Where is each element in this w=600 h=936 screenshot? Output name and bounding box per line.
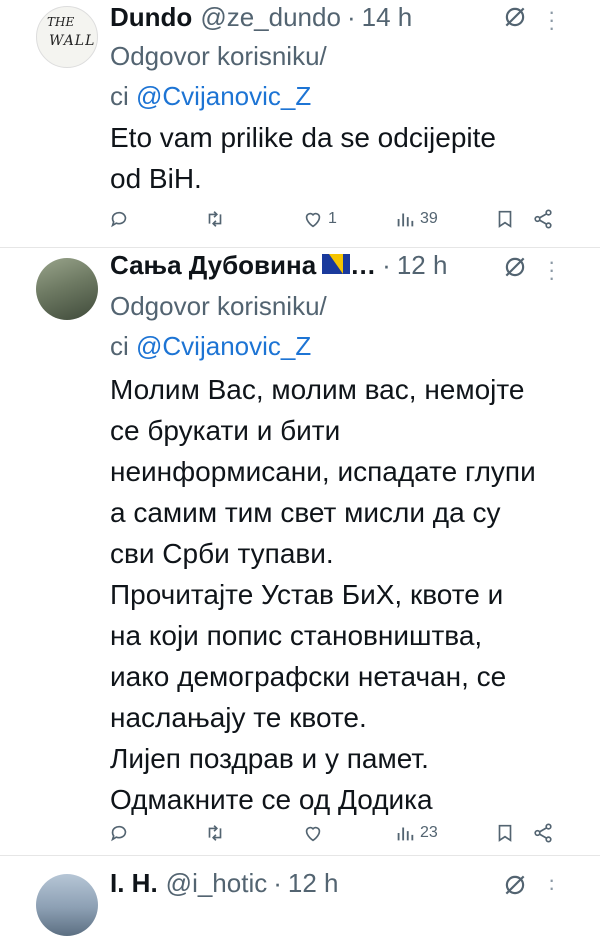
like-count: 1 <box>328 210 337 227</box>
retweet-button[interactable] <box>204 204 226 234</box>
views-button[interactable]: 23 <box>394 818 438 848</box>
tweet-line: od BiH. <box>110 163 202 194</box>
username[interactable]: @i_hotic <box>166 868 268 899</box>
tweet-line: Молим Вас, молим вас, немојте <box>110 374 525 405</box>
retweet-icon <box>208 211 222 227</box>
action-bar: 23 <box>0 818 600 848</box>
display-name[interactable]: Сања Дубовина <box>110 250 316 281</box>
tweet-text: Молим Вас, молим вас, немојте се брукати… <box>110 369 570 820</box>
bookmark-button[interactable] <box>494 204 516 234</box>
reply-button[interactable] <box>108 818 130 848</box>
bookmark-icon <box>498 824 512 842</box>
reply-ci: ci <box>110 331 129 361</box>
separator-dot: · <box>273 868 282 898</box>
mention-link[interactable]: @Cvijanovic_Z <box>136 331 311 361</box>
like-icon <box>305 212 321 228</box>
avatar-text-wall: WALL <box>49 33 96 49</box>
like-button[interactable] <box>302 818 324 848</box>
like-button[interactable]: 1 <box>302 204 337 234</box>
retweet-button[interactable] <box>204 818 226 848</box>
views-icon <box>397 213 414 227</box>
tweet-line: наслањају те квоте. <box>110 702 367 733</box>
username[interactable]: @ze_dundo <box>200 2 341 33</box>
separator-dot: · <box>382 250 391 280</box>
timestamp[interactable]: 14 h <box>362 2 413 33</box>
reply-context: Odgovor korisniku/ ci @Cvijanovic_Z <box>110 36 327 116</box>
reply-prefix: Odgovor korisniku/ <box>110 41 327 71</box>
share-icon <box>534 823 552 843</box>
views-icon <box>397 827 414 841</box>
reply-button[interactable] <box>108 204 130 234</box>
grok-icon[interactable] <box>502 872 528 898</box>
tweet-header: I. H. @i_hotic · 12 h <box>110 868 530 902</box>
share-button[interactable] <box>532 818 554 848</box>
separator-dot: · <box>346 2 356 32</box>
view-count: 39 <box>420 210 438 227</box>
grok-icon[interactable] <box>502 4 528 30</box>
tweet-header: Сања Дубовина … · 12 h <box>110 250 530 284</box>
tweet-line: иако демографски нетачан, се <box>110 661 507 692</box>
reply-icon <box>111 825 127 842</box>
reply-ci: ci <box>110 81 129 111</box>
avatar[interactable] <box>36 874 98 936</box>
share-button[interactable] <box>532 204 554 234</box>
reply-context: Odgovor korisniku/ ci @Cvijanovic_Z <box>110 286 327 366</box>
bookmark-button[interactable] <box>494 818 516 848</box>
views-button[interactable]: 39 <box>394 204 438 234</box>
reply-prefix: Odgovor korisniku/ <box>110 291 327 321</box>
tweet[interactable]: Сања Дубовина … · 12 h · · · Odgovor koris… <box>0 248 600 853</box>
tweet-line: сви Срби тупави. <box>110 538 334 569</box>
display-name[interactable]: I. H. <box>110 868 158 899</box>
timestamp[interactable]: 12 h <box>288 868 339 899</box>
bookmark-icon <box>498 210 512 228</box>
avatar[interactable]: THE WALL <box>36 6 98 68</box>
tweet-line: Eto vam prilike da se odcijepite <box>110 122 496 153</box>
timestamp[interactable]: 12 h <box>397 250 448 281</box>
reply-icon <box>111 211 127 228</box>
avatar[interactable] <box>36 258 98 320</box>
display-name[interactable]: Dundo <box>110 2 192 33</box>
tweet[interactable]: I. H. @i_hotic · 12 h · · <box>0 856 600 936</box>
tweet-line: Прочитајте Устав БиХ, квоте и <box>110 579 504 610</box>
action-bar: 1 39 <box>0 204 600 234</box>
tweet-line: неинформисани, испадате глупи <box>110 456 536 487</box>
tweet-line: а самим тим свет мисли да су <box>110 497 501 528</box>
share-icon <box>534 209 552 229</box>
tweet-text: Eto vam prilike da se odcijepite od BiH. <box>110 117 570 199</box>
grok-icon[interactable] <box>502 254 528 280</box>
tweet[interactable]: THE WALL Dundo @ze_dundo · 14 h · · · Odgo… <box>0 0 600 247</box>
flag-icon <box>322 254 351 274</box>
avatar-text-the: THE <box>47 15 75 29</box>
view-count: 23 <box>420 824 438 841</box>
tweet-line: на који попис становништва, <box>110 620 483 651</box>
more-icon[interactable]: · · · <box>548 251 555 289</box>
more-icon[interactable]: · · <box>548 869 555 899</box>
retweet-icon <box>208 825 222 841</box>
like-icon <box>305 826 321 842</box>
more-icon[interactable]: · · · <box>548 1 555 39</box>
mention-link[interactable]: @Cvijanovic_Z <box>136 81 311 111</box>
tweet-line: Лијеп поздрав и у памет. <box>110 743 429 774</box>
tweet-header: Dundo @ze_dundo · 14 h <box>110 2 530 36</box>
tweet-line: се брукати и бити <box>110 415 341 446</box>
tweet-line: Одмакните се од Додика <box>110 784 433 815</box>
name-ellipsis: … <box>350 250 377 280</box>
